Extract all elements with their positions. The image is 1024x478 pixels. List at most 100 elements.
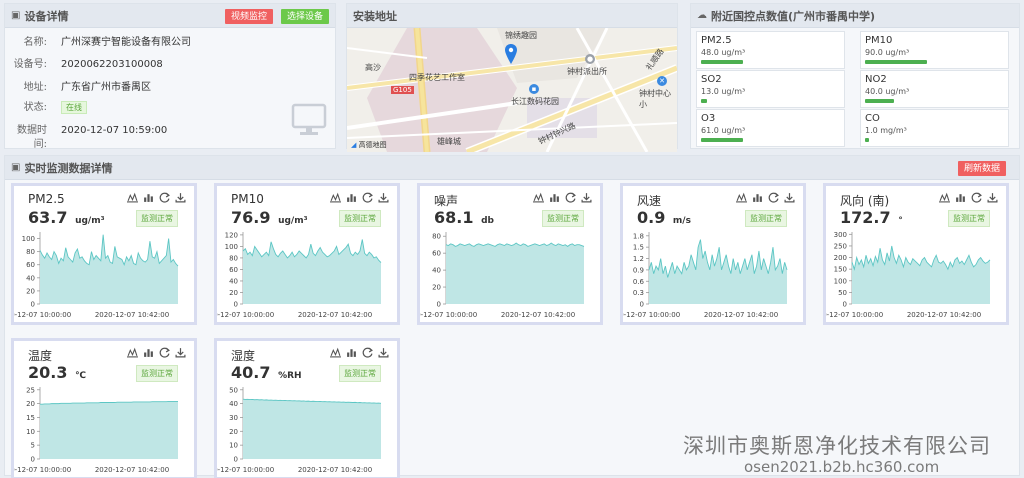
y-tick-label: 20	[229, 289, 238, 297]
refresh-icon[interactable]	[768, 192, 779, 203]
realtime-panel: ▣ 实时监测数据详情 刷新数据 PM2.5 63.7 ug/m³ 监测正常 0 20 40…	[4, 155, 1020, 478]
y-tick-label: 15	[26, 414, 35, 422]
y-tick-label: 100	[225, 243, 238, 251]
realtime-panel-title: 实时监测数据详情	[24, 161, 113, 175]
refresh-icon[interactable]	[971, 192, 982, 203]
current-value-unit: °	[898, 216, 903, 226]
line-chart-icon[interactable]	[736, 192, 747, 203]
y-tick-label: 40	[229, 277, 238, 285]
y-tick-label: 0.3	[633, 289, 644, 297]
bar-chart-icon[interactable]	[143, 347, 154, 358]
series-area	[40, 401, 178, 459]
map-view[interactable]: 锦绣趣园 高沙 四季花艺工作室 钟村派出所 钟村中心小 长江数码花园 钟村钟兴路…	[347, 28, 677, 152]
map-attribution: ◢ 高德地图	[351, 140, 387, 150]
line-chart-icon[interactable]	[533, 192, 544, 203]
device-panel-title: 设备详情	[24, 9, 69, 23]
chart-card: 风向 (南)172.7 ° 监测正常 0 50 100 150 200 250 300 2020-…	[823, 183, 1009, 325]
line-chart-icon[interactable]	[330, 347, 341, 358]
current-value-unit: db	[481, 216, 494, 226]
area-chart: 0 20 40 60 80 100 120 2020-12-07 10:00:00 2020-1…	[217, 231, 382, 319]
aq-name: PM2.5	[701, 35, 732, 46]
y-tick-label: 0	[31, 301, 35, 309]
x-tick-label: 2020-12-07 10:42:00	[298, 311, 372, 319]
y-tick-label: 0	[234, 301, 238, 309]
y-tick-label: 200	[834, 254, 847, 262]
monitor-status-badge: 监测正常	[745, 210, 787, 227]
current-value: 0.9 m/s	[637, 208, 691, 227]
refresh-icon[interactable]	[362, 347, 373, 358]
area-chart: 0 20 40 60 80 2020-12-07 10:00:00 2020-12-07 1…	[420, 232, 585, 319]
x-tick-label: 2020-12-07 10:42:00	[95, 311, 169, 319]
y-tick-label: 120	[225, 231, 238, 239]
line-chart-icon[interactable]	[127, 192, 138, 203]
y-tick-label: 100	[22, 235, 35, 243]
aq-level-bar	[701, 99, 707, 103]
aq-name: CO	[865, 113, 880, 124]
current-value-unit: ℃	[75, 371, 86, 381]
y-tick-label: 80	[229, 254, 238, 262]
chart-toolbar	[533, 192, 592, 203]
info-label: 名称:	[23, 37, 47, 48]
y-tick-label: 10	[26, 428, 35, 436]
status-badge: 在线	[61, 101, 87, 114]
series-area	[243, 399, 381, 459]
line-chart-icon[interactable]	[127, 347, 138, 358]
y-tick-label: 40	[432, 267, 441, 275]
bar-chart-icon[interactable]	[346, 347, 357, 358]
area-chart: 0 5 10 15 20 25 2020-12-07 10:00:00 2020-12-07 …	[14, 386, 178, 474]
x-tick-label: 2020-12-07 10:00:00	[14, 466, 71, 474]
y-tick-label: 0	[843, 301, 847, 309]
bar-chart-icon[interactable]	[346, 192, 357, 203]
download-icon[interactable]	[378, 347, 389, 358]
line-chart-icon[interactable]	[939, 192, 950, 203]
device-panel: ▣ 设备详情 视频监控 选择设备 名称: 广州深赛宁智能设备有限公司 设备号: …	[4, 3, 336, 150]
current-value-number: 172.7	[840, 208, 891, 227]
chart-card: 湿度40.7 %RH 监测正常 0 10 20 30 40 50 2020-12-07 10:0…	[214, 338, 400, 478]
refresh-icon[interactable]	[362, 192, 373, 203]
y-tick-label: 5	[31, 442, 35, 450]
monitor-icon	[291, 103, 327, 140]
y-tick-label: 1.8	[633, 232, 644, 240]
map-label: 四季花艺工作室	[409, 73, 465, 82]
download-icon[interactable]	[175, 192, 186, 203]
download-icon[interactable]	[784, 192, 795, 203]
y-tick-label: 1.2	[633, 255, 644, 263]
bar-chart-icon[interactable]	[549, 192, 560, 203]
watermark-company: 深圳市奥斯恩净化技术有限公司	[683, 434, 991, 458]
download-icon[interactable]	[581, 192, 592, 203]
bar-chart-icon[interactable]	[752, 192, 763, 203]
download-icon[interactable]	[987, 192, 998, 203]
cloud-icon: ☁	[697, 10, 707, 21]
monitor-status-badge: 监测正常	[948, 210, 990, 227]
bar-chart-icon[interactable]	[143, 192, 154, 203]
current-value: 76.9 ug/m³	[231, 208, 308, 227]
watermark-site: osen2021.b2b.hc360.com	[744, 458, 940, 476]
video-monitor-button[interactable]: 视频监控	[225, 9, 274, 24]
chart-card: 风速0.9 m/s监测正常00.30.60.91.21.51.82020-12-…	[620, 183, 806, 325]
current-value-number: 76.9	[231, 208, 271, 227]
aq-level-bar	[865, 99, 894, 103]
refresh-icon[interactable]	[159, 347, 170, 358]
download-icon[interactable]	[378, 192, 389, 203]
aq-level-bar	[865, 60, 927, 64]
bar-chart-icon[interactable]	[955, 192, 966, 203]
aq-value: 48.0 ug/m³	[701, 48, 746, 57]
refresh-icon[interactable]	[159, 192, 170, 203]
area-chart: 0 10 20 30 40 50 2020-12-07 10:00:00 2020-12-07…	[217, 386, 382, 474]
area-chart: 0 0.3 0.6 0.9 1.2 1.5 1.8 2020-12-07 10:00:00 20…	[623, 232, 788, 319]
line-chart-icon[interactable]	[330, 192, 341, 203]
download-icon[interactable]	[175, 347, 186, 358]
y-tick-label: 80	[26, 248, 35, 256]
aq-level-bar	[701, 60, 743, 64]
aq-cell: PM10 90.0 ug/m³	[860, 31, 1009, 69]
info-label: 状态:	[23, 102, 47, 113]
refresh-data-button[interactable]: 刷新数据	[958, 161, 1007, 176]
building-icon: ▪	[529, 84, 539, 94]
refresh-icon[interactable]	[565, 192, 576, 203]
y-tick-label: 100	[834, 277, 847, 285]
aq-name: O3	[701, 113, 716, 124]
select-device-button[interactable]: 选择设备	[281, 9, 330, 24]
y-tick-label: 20	[229, 428, 238, 436]
location-pin-icon[interactable]	[505, 44, 517, 67]
current-value: 172.7 °	[840, 208, 903, 227]
